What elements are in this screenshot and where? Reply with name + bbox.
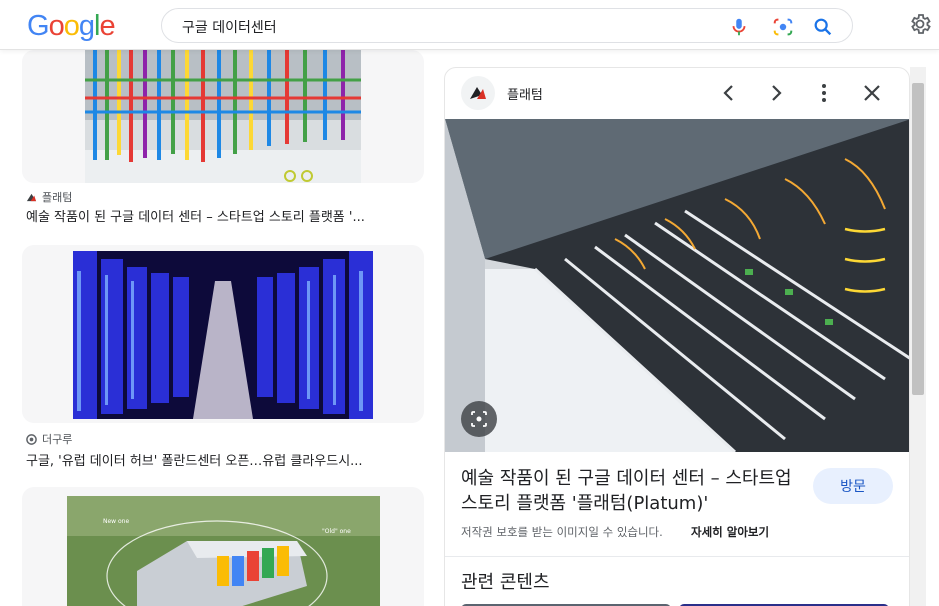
logo-letter: g: [78, 9, 95, 42]
chevron-right-icon[interactable]: [764, 81, 788, 105]
lens-search-chip[interactable]: [461, 401, 497, 437]
result-image-3[interactable]: New one "Old" one: [22, 496, 424, 606]
result-card-2[interactable]: [22, 245, 424, 423]
search-box[interactable]: 구글 데이터센터: [161, 8, 853, 43]
result-title-2[interactable]: 구글, '유럽 데이터 허브' 폴란드센터 오픈…유럽 클라우드시...: [26, 450, 424, 469]
google-lens-icon[interactable]: [772, 16, 794, 38]
site-logo[interactable]: [461, 76, 495, 110]
data-center-colorful-pipes-image: [85, 50, 361, 183]
result-card-3[interactable]: New one "Old" one: [22, 487, 424, 606]
logo-letter: e: [99, 9, 115, 42]
learn-more-link[interactable]: 자세히 알아보기: [691, 524, 769, 540]
preview-title[interactable]: 예술 작품이 된 구글 데이터 센터 – 스타트업 스토리 플랫폼 '플래텀(P…: [461, 466, 801, 516]
data-center-blue-corridor-image: [73, 251, 373, 419]
more-vert-icon[interactable]: [812, 81, 836, 105]
google-images-page: Google 구글 데이터센터 플래텀 예술 작품이 된 구글 데이터 센터 –…: [0, 0, 939, 606]
panel-scrollbar[interactable]: [910, 67, 926, 606]
scrollbar-thumb[interactable]: [912, 83, 924, 395]
platum-favicon-icon: [26, 193, 37, 201]
image-preview-panel: 플래텀 예술 작품이 된 구글 데이터 센터 – 스타트업 스토리 플랫폼 '플…: [444, 67, 910, 606]
old-one-label: "Old" one: [322, 528, 351, 535]
logo-letter: G: [27, 9, 50, 42]
data-center-aerial-image: New one "Old" one: [66, 496, 380, 606]
top-bar: Google 구글 데이터센터: [0, 0, 939, 50]
logo-text: Google: [27, 9, 116, 43]
new-one-label: New one: [103, 518, 129, 525]
result-source-name: 플래텀: [42, 191, 73, 204]
search-icon[interactable]: [812, 16, 834, 38]
result-source-1[interactable]: 플래텀: [26, 189, 72, 205]
preview-image[interactable]: [445, 119, 909, 452]
settings-gear-icon[interactable]: [908, 12, 932, 36]
lens-icon: [471, 411, 487, 427]
result-image-1[interactable]: [22, 50, 424, 183]
divider: [445, 556, 909, 557]
close-icon[interactable]: [860, 81, 884, 105]
logo-letter: o: [48, 9, 65, 42]
visit-button[interactable]: 방문: [813, 468, 893, 504]
mic-icon[interactable]: [728, 16, 750, 38]
related-content-heading: 관련 콘텐츠: [461, 572, 550, 593]
chevron-left-icon[interactable]: [717, 81, 741, 105]
search-input[interactable]: 구글 데이터센터: [182, 17, 277, 37]
deguru-favicon-icon: [26, 433, 37, 445]
site-name[interactable]: 플래텀: [507, 84, 543, 103]
result-source-2[interactable]: 더구루: [26, 431, 72, 447]
logo-letter: o: [63, 9, 80, 42]
server-racks-corridor-image: [445, 119, 909, 452]
google-logo[interactable]: Google: [27, 9, 116, 43]
result-card-1[interactable]: [22, 50, 424, 183]
result-image-2[interactable]: [22, 251, 424, 419]
copyright-notice: 저작권 보호를 받는 이미지일 수 있습니다.: [461, 525, 663, 539]
preview-header: 플래텀: [445, 68, 909, 118]
result-title-1[interactable]: 예술 작품이 된 구글 데이터 센터 – 스타트업 스토리 플랫폼 '...: [26, 206, 424, 225]
platum-logo-icon: [470, 87, 486, 99]
result-source-name: 더구루: [42, 433, 73, 446]
